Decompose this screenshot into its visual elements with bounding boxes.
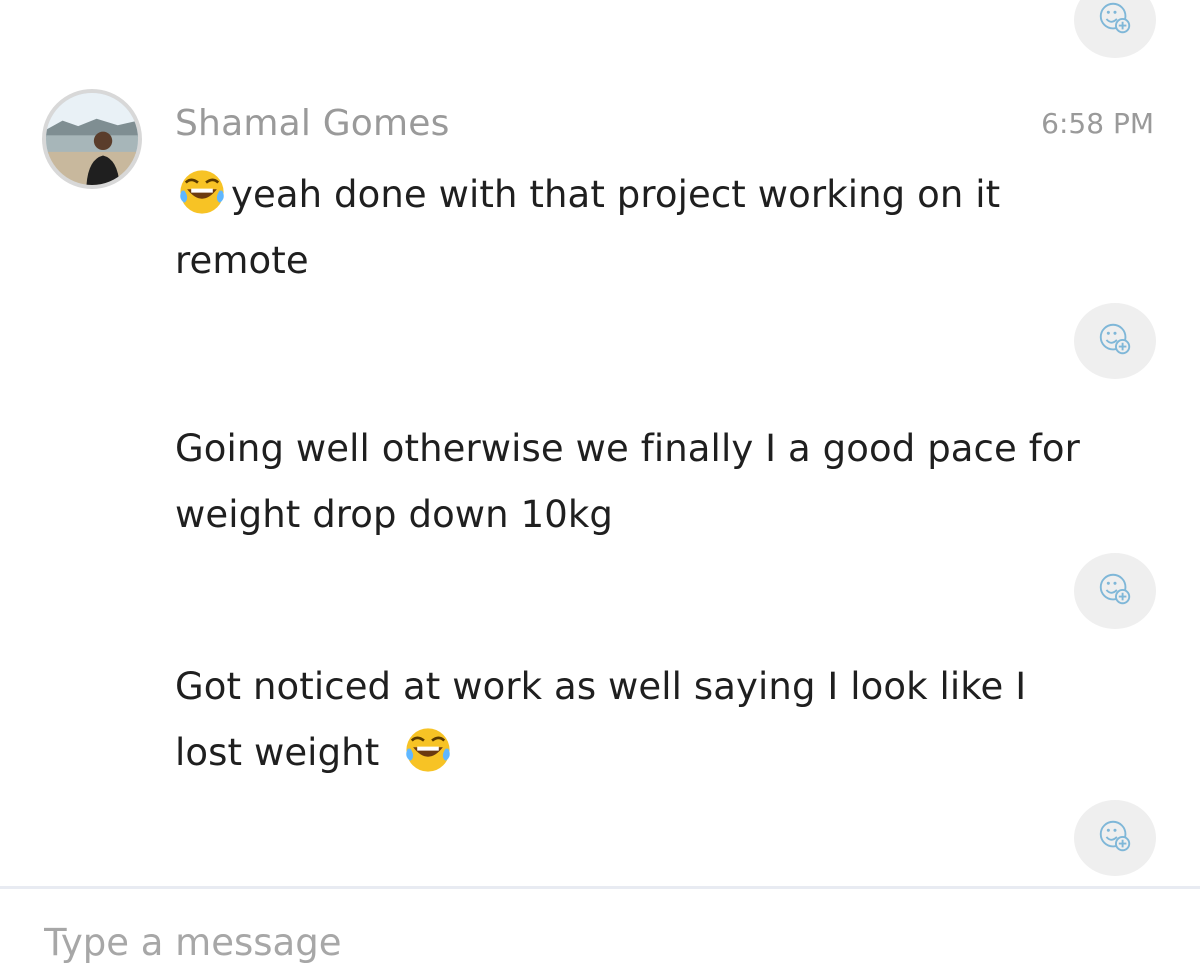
sender-name: Shamal Gomes <box>175 103 450 144</box>
message-line: Got noticed at work as well saying I loo… <box>175 665 1027 708</box>
add-reaction-button[interactable] <box>1074 800 1156 876</box>
profile-photo <box>46 93 138 185</box>
message-bubble-3: Got noticed at work as well saying I loo… <box>175 654 1155 786</box>
add-reaction-icon <box>1096 817 1134 859</box>
add-reaction-icon <box>1096 320 1134 362</box>
message-line: lost weight <box>175 720 1155 786</box>
add-reaction-button[interactable] <box>1074 0 1156 58</box>
message-line: weight drop down 10kg <box>175 493 613 536</box>
chat-screen: Shamal Gomes 6:58 PM yeah done with that… <box>0 0 1200 966</box>
tears-of-joy-emoji <box>175 165 229 219</box>
message-text: lost weight <box>175 731 380 774</box>
message-text: yeah done with that project working on i… <box>231 173 1001 216</box>
message-timestamp: 6:58 PM <box>1041 107 1154 140</box>
message-bubble-2: Going well otherwise we finally I a good… <box>175 416 1155 548</box>
composer-divider <box>0 886 1200 889</box>
add-reaction-icon <box>1096 570 1134 612</box>
message-line: Going well otherwise we finally I a good… <box>175 427 1080 470</box>
add-reaction-button[interactable] <box>1074 553 1156 629</box>
avatar[interactable] <box>42 89 142 189</box>
add-reaction-icon <box>1096 0 1134 41</box>
message-line: remote <box>175 239 309 282</box>
message-line: yeah done with that project working on i… <box>175 162 1155 228</box>
tears-of-joy-emoji <box>401 723 455 777</box>
add-reaction-button[interactable] <box>1074 303 1156 379</box>
message-bubble-1: yeah done with that project working on i… <box>175 162 1155 294</box>
message-input[interactable] <box>44 916 1024 966</box>
